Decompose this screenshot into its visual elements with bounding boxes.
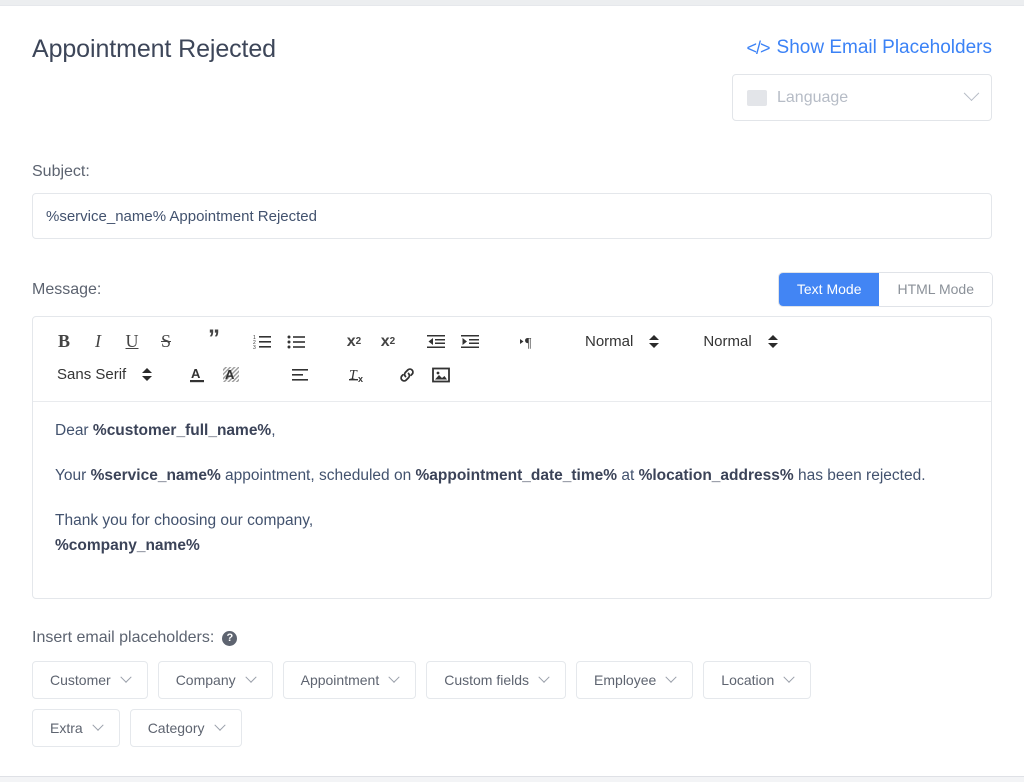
placeholder-button-appointment[interactable]: Appointment xyxy=(282,661,417,699)
show-email-placeholders-link[interactable]: </> Show Email Placeholders xyxy=(747,34,992,57)
superscript-icon[interactable]: x2 xyxy=(371,328,405,356)
svg-text:x: x xyxy=(358,374,363,383)
flag-placeholder-icon xyxy=(747,89,767,106)
chevron-down-icon xyxy=(538,671,550,683)
font-select[interactable]: Sans Serif xyxy=(47,366,156,383)
chevron-down-icon xyxy=(213,719,226,731)
placeholder-button-company[interactable]: Company xyxy=(157,661,273,699)
placeholder-button-label: Custom fields xyxy=(444,672,530,688)
font-select-value: Sans Serif xyxy=(57,366,127,383)
size-select[interactable]: Normal xyxy=(581,333,663,350)
p2-placeholder-service-name: %service_name% xyxy=(90,467,221,485)
message-label: Message: xyxy=(32,280,102,298)
page-title: Appointment Rejected xyxy=(32,35,276,63)
email-body-editor[interactable]: Dear %customer_full_name%, Your %service… xyxy=(33,402,991,598)
placeholder-button-label: Category xyxy=(147,720,205,736)
placeholder-button-employee[interactable]: Employee xyxy=(576,661,694,699)
header: Appointment Rejected </> Show Email Plac… xyxy=(32,6,992,121)
language-select-value: Language xyxy=(777,88,849,106)
placeholder-button-location[interactable]: Location xyxy=(703,661,812,699)
body-paragraph-1: Dear %customer_full_name%, xyxy=(55,418,969,443)
email-template-card: Appointment Rejected </> Show Email Plac… xyxy=(0,5,1024,777)
bullet-list-icon[interactable] xyxy=(279,328,313,356)
chevron-down-icon xyxy=(244,671,257,683)
message-header-row: Message: Text Mode HTML Mode xyxy=(32,273,992,306)
editor-toolbar: B I U S ” 1 2 3 x 2 x 2 ¶ Normal Normal … xyxy=(33,317,991,402)
clear-formatting-icon[interactable]: T x xyxy=(342,361,376,389)
svg-text:T: T xyxy=(349,368,358,383)
placeholder-button-label: Extra xyxy=(50,720,83,736)
header-right: </> Show Email Placeholders Language xyxy=(732,34,992,121)
text-mode-button[interactable]: Text Mode xyxy=(778,273,880,306)
chevron-down-icon xyxy=(665,671,677,683)
placeholder-button-custom-fields[interactable]: Custom fields xyxy=(426,661,567,699)
p2-part1: Your xyxy=(55,467,91,485)
p1-placeholder-customer-full-name: %customer_full_name% xyxy=(92,422,272,439)
code-icon: </> xyxy=(746,37,771,58)
indent-icon[interactable] xyxy=(453,328,487,356)
p1-suffix: , xyxy=(271,422,276,439)
italic-icon[interactable]: I xyxy=(81,328,115,356)
placeholder-button-label: Company xyxy=(175,672,236,688)
subject-label: Subject: xyxy=(32,163,90,180)
svg-text:3: 3 xyxy=(253,345,256,349)
placeholder-button-extra[interactable]: Extra xyxy=(32,709,120,747)
insert-placeholders-header: Insert email placeholders: ? xyxy=(32,629,992,647)
svg-text:A: A xyxy=(191,366,201,381)
align-icon[interactable] xyxy=(284,361,318,389)
p1-prefix: Dear xyxy=(55,422,93,439)
p2-part4: has been rejected. xyxy=(793,467,926,485)
svg-text:¶: ¶ xyxy=(525,336,532,349)
show-email-placeholders-label: Show Email Placeholders xyxy=(776,37,992,58)
underline-icon[interactable]: U xyxy=(115,328,149,356)
insert-placeholders-label: Insert email placeholders: xyxy=(32,629,215,646)
stack-chevron-icon xyxy=(649,335,660,348)
text-direction-icon[interactable]: ¶ xyxy=(511,328,545,356)
svg-text:A: A xyxy=(225,367,235,382)
image-icon[interactable] xyxy=(424,361,458,389)
outdent-icon[interactable] xyxy=(419,328,453,356)
stack-chevron-icon xyxy=(142,368,153,381)
chevron-down-icon xyxy=(92,719,104,731)
placeholder-button-label: Customer xyxy=(50,672,111,688)
bold-icon[interactable]: B xyxy=(47,328,81,356)
stack-chevron-icon xyxy=(767,335,778,348)
placeholder-button-customer[interactable]: Customer xyxy=(32,661,148,699)
ordered-list-icon[interactable]: 1 2 3 xyxy=(245,328,279,356)
p2-placeholder-appointment-date-time: %appointment_date_time% xyxy=(415,467,618,485)
strikethrough-icon[interactable]: S xyxy=(149,328,183,356)
chevron-down-icon xyxy=(120,671,132,683)
text-color-icon[interactable]: A xyxy=(180,361,214,389)
size-select-value: Normal xyxy=(585,333,634,350)
html-mode-button[interactable]: HTML Mode xyxy=(879,273,992,306)
help-circle-icon[interactable]: ? xyxy=(222,630,238,646)
editor-mode-toggle: Text Mode HTML Mode xyxy=(778,273,992,306)
p2-placeholder-location-address: %location_address% xyxy=(638,467,794,485)
p2-part3: at xyxy=(617,467,639,485)
p3-line1: Thank you for choosing our company, xyxy=(55,512,314,530)
rich-text-editor: B I U S ” 1 2 3 x 2 x 2 ¶ Normal Normal … xyxy=(32,316,992,599)
header-select[interactable]: Normal xyxy=(699,333,781,350)
placeholder-button-label: Location xyxy=(721,672,775,688)
p3-placeholder-company-name: %company_name% xyxy=(55,537,200,555)
link-icon[interactable] xyxy=(390,361,424,389)
placeholder-button-category[interactable]: Category xyxy=(129,709,242,747)
blockquote-icon[interactable]: ” xyxy=(197,326,231,356)
editor-toolbar-row-1: B I U S ” 1 2 3 x 2 x 2 ¶ Normal Normal xyxy=(47,325,977,358)
subject-input[interactable] xyxy=(32,193,992,239)
subscript-icon[interactable]: x2 xyxy=(337,328,371,356)
chevron-down-icon xyxy=(388,671,400,683)
editor-toolbar-row-2: Sans Serif A A T x xyxy=(47,358,977,391)
chevron-down-icon xyxy=(783,671,795,683)
placeholder-button-group: Customer Company Appointment Custom fiel… xyxy=(32,661,872,747)
background-color-icon[interactable]: A xyxy=(214,361,248,389)
header-select-value: Normal xyxy=(703,333,752,350)
p2-part2: appointment, scheduled on xyxy=(220,467,416,485)
chevron-down-icon xyxy=(963,85,980,102)
body-paragraph-2: Your %service_name% appointment, schedul… xyxy=(55,463,969,488)
language-select[interactable]: Language xyxy=(732,74,992,121)
body-paragraph-3: Thank you for choosing our company, %com… xyxy=(55,508,969,558)
placeholder-button-label: Employee xyxy=(594,672,657,688)
placeholder-button-label: Appointment xyxy=(300,672,380,688)
